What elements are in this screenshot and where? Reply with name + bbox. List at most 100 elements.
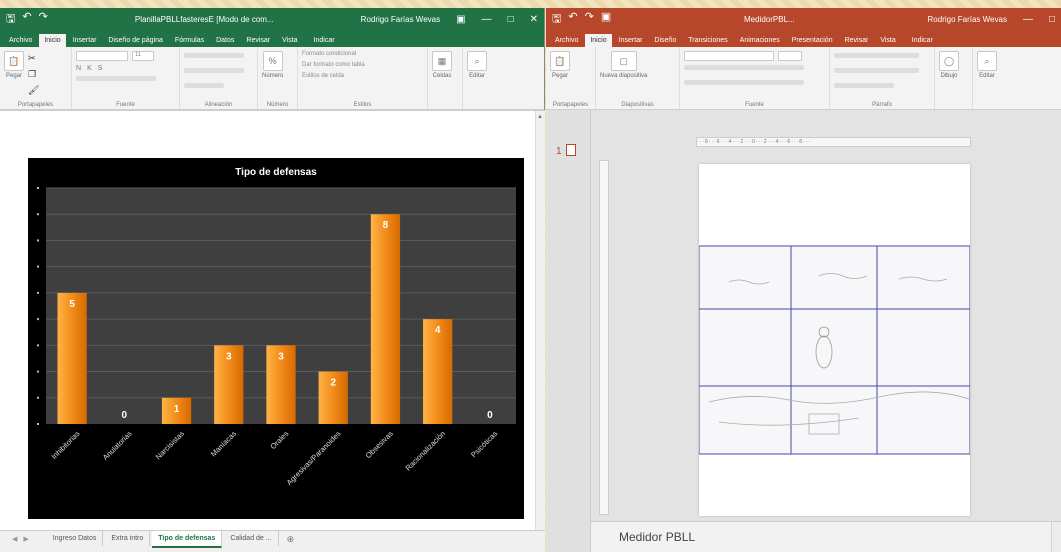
- pp-tab-3[interactable]: Diseño: [649, 34, 681, 47]
- edit-button[interactable]: ⌕ Editar: [467, 51, 487, 79]
- pp-save-icon[interactable]: 🖫: [552, 10, 561, 29]
- pp-tab-6[interactable]: Presentación: [787, 34, 838, 47]
- new-slide-button[interactable]: ▢ Nueva diapositiva: [600, 51, 647, 79]
- excel-tab-5[interactable]: Datos: [211, 34, 239, 47]
- slide-number: 1: [556, 146, 562, 157]
- font-name-select[interactable]: [76, 51, 128, 61]
- sheet-tab-1[interactable]: Extra intro: [105, 531, 151, 546]
- pp-font-size-select[interactable]: [778, 51, 802, 61]
- sheet-tab-2[interactable]: Tipo de defensas: [152, 531, 223, 548]
- sheet-tab-0[interactable]: Ingreso Datos: [47, 531, 104, 546]
- excel-user-name: Rodrigo Farías Wevas: [360, 14, 441, 24]
- draw-button[interactable]: ◯ Dibujo: [939, 51, 959, 79]
- redo-icon[interactable]: ↷: [39, 10, 48, 29]
- slide-canvas[interactable]: [698, 164, 971, 516]
- pp-clipboard-icon: 📋: [550, 51, 570, 71]
- undo-icon[interactable]: ↶: [22, 10, 31, 29]
- pp-redo-icon[interactable]: ↷: [585, 10, 594, 29]
- x-tick-label: Narcisistas: [154, 429, 186, 461]
- pp-font-name-select[interactable]: [684, 51, 774, 61]
- paste-button[interactable]: 📋 Pegar: [4, 51, 24, 79]
- font-size-select[interactable]: 11: [132, 51, 154, 61]
- x-tick-label: Obsesivas: [364, 429, 395, 460]
- pp-edit-button-label: Editar: [979, 73, 995, 79]
- new-slide-icon: ▢: [610, 51, 637, 71]
- pp-quick-access-toolbar: 🖫 ↶ ↷ ▣: [552, 10, 611, 29]
- conditional-format-button[interactable]: Formato condicional: [302, 51, 356, 57]
- ribbon-display-icon[interactable]: ▣: [456, 14, 465, 25]
- italic-icon[interactable]: K: [87, 65, 92, 72]
- data-label: 3: [278, 351, 284, 362]
- table-format-button[interactable]: Dar formato como tabla: [302, 62, 365, 68]
- maximize-icon[interactable]: □: [508, 14, 514, 25]
- close-icon[interactable]: ✕: [530, 14, 538, 25]
- cells-button-label: Celdas: [432, 73, 452, 79]
- excel-tab-7[interactable]: Vista: [277, 34, 302, 47]
- pp-font-row-2: [684, 65, 804, 70]
- sheet-nav-arrows[interactable]: ◀▶: [12, 531, 45, 547]
- cell-styles-button[interactable]: Estilos de celda: [302, 73, 344, 79]
- notes-pane[interactable]: Medidor PBLL: [591, 521, 1061, 552]
- excel-tab-0[interactable]: Archivo: [4, 34, 37, 47]
- pp-clipboard-group-label: Portapapeles: [552, 102, 589, 108]
- y-tick-mark: [37, 423, 39, 425]
- pp-maximize-icon[interactable]: □: [1049, 14, 1055, 25]
- worksheet-area[interactable]: Tipo de defensas 5 Inhibitorias 0 Anulatoria…: [0, 110, 545, 530]
- vertical-ruler: [599, 160, 609, 515]
- copy-icon[interactable]: ❐: [28, 69, 39, 80]
- sheet-tab-3[interactable]: Calidad de ...: [224, 531, 279, 546]
- vertical-scrollbar[interactable]: ▲: [535, 111, 545, 530]
- excel-tab-8[interactable]: Indicar: [309, 34, 340, 47]
- excel-tab-4[interactable]: Fórmulas: [170, 34, 209, 47]
- add-sheet-icon[interactable]: ⊕: [281, 531, 301, 548]
- pp-font-group: Fuente: [680, 47, 830, 109]
- scroll-up-icon[interactable]: ▲: [537, 114, 543, 120]
- format-painter-icon[interactable]: 🖌: [28, 85, 39, 96]
- pp-minimize-icon[interactable]: —: [1023, 14, 1033, 25]
- excel-alignment-group: Alineación: [180, 47, 258, 109]
- powerpoint-user-name: Rodrigo Farías Wevas: [927, 14, 1007, 24]
- pp-tab-5[interactable]: Animaciones: [735, 34, 785, 47]
- pp-tab-9[interactable]: Indicar: [907, 34, 938, 47]
- pp-font-row-3: [684, 80, 804, 85]
- excel-tab-2[interactable]: Insertar: [68, 34, 102, 47]
- pp-tab-1[interactable]: Inicio: [585, 34, 612, 47]
- data-label: 3: [226, 351, 232, 362]
- new-slide-label: Nueva diapositiva: [600, 73, 648, 79]
- bold-icon[interactable]: N: [76, 65, 81, 72]
- pp-drawing-group: ◯ Dibujo: [935, 47, 973, 109]
- pp-edit-button[interactable]: ⌕ Editar: [977, 51, 997, 79]
- pp-tab-7[interactable]: Revisar: [840, 34, 874, 47]
- minimize-icon[interactable]: —: [482, 14, 492, 25]
- pp-clipboard-group: 📋 Pegar Portapapeles: [546, 47, 596, 109]
- excel-tab-3[interactable]: Diseño de página: [103, 34, 168, 47]
- pp-present-icon[interactable]: ▣: [601, 10, 611, 29]
- slide-thumbnails-pane: 1: [546, 110, 591, 552]
- save-icon[interactable]: 🖫: [6, 10, 15, 29]
- slide-thumbnail[interactable]: [566, 144, 576, 156]
- excel-tab-6[interactable]: Revisar: [241, 34, 275, 47]
- pp-tab-8[interactable]: Vista: [875, 34, 900, 47]
- pp-tab-0[interactable]: Archivo: [550, 34, 583, 47]
- defense-type-chart[interactable]: Tipo de defensas 5 Inhibitorias 0 Anulatoria…: [28, 158, 524, 519]
- pp-tab-4[interactable]: Transiciones: [683, 34, 732, 47]
- cells-button[interactable]: ▦ Celdas: [432, 51, 452, 79]
- shapes-icon: ◯: [939, 51, 959, 71]
- underline-icon[interactable]: S: [98, 65, 103, 72]
- y-tick-mark: [37, 370, 39, 373]
- cut-icon[interactable]: ✂: [28, 53, 39, 64]
- pp-window-controls: — □: [1023, 14, 1055, 25]
- pp-paste-button[interactable]: 📋 Pegar: [550, 51, 570, 79]
- pp-font-group-label: Fuente: [745, 102, 764, 108]
- notes-scrollbar[interactable]: [1051, 522, 1061, 552]
- x-tick-label: Maníacas: [209, 429, 239, 459]
- excel-tab-1[interactable]: Inicio: [39, 34, 66, 47]
- pp-undo-icon[interactable]: ↶: [568, 10, 577, 29]
- storyboard-grid-image: [698, 245, 971, 455]
- number-group-label: Número: [266, 102, 289, 108]
- number-format-button[interactable]: % Número: [262, 51, 283, 79]
- bar: [370, 214, 401, 424]
- pp-tab-2[interactable]: Insertar: [614, 34, 648, 47]
- x-tick-label: Orales: [268, 429, 290, 451]
- excel-ribbon: 📋 Pegar ✂ ❐ 🖌 Portapapeles 11 N K S Fuen…: [0, 47, 544, 110]
